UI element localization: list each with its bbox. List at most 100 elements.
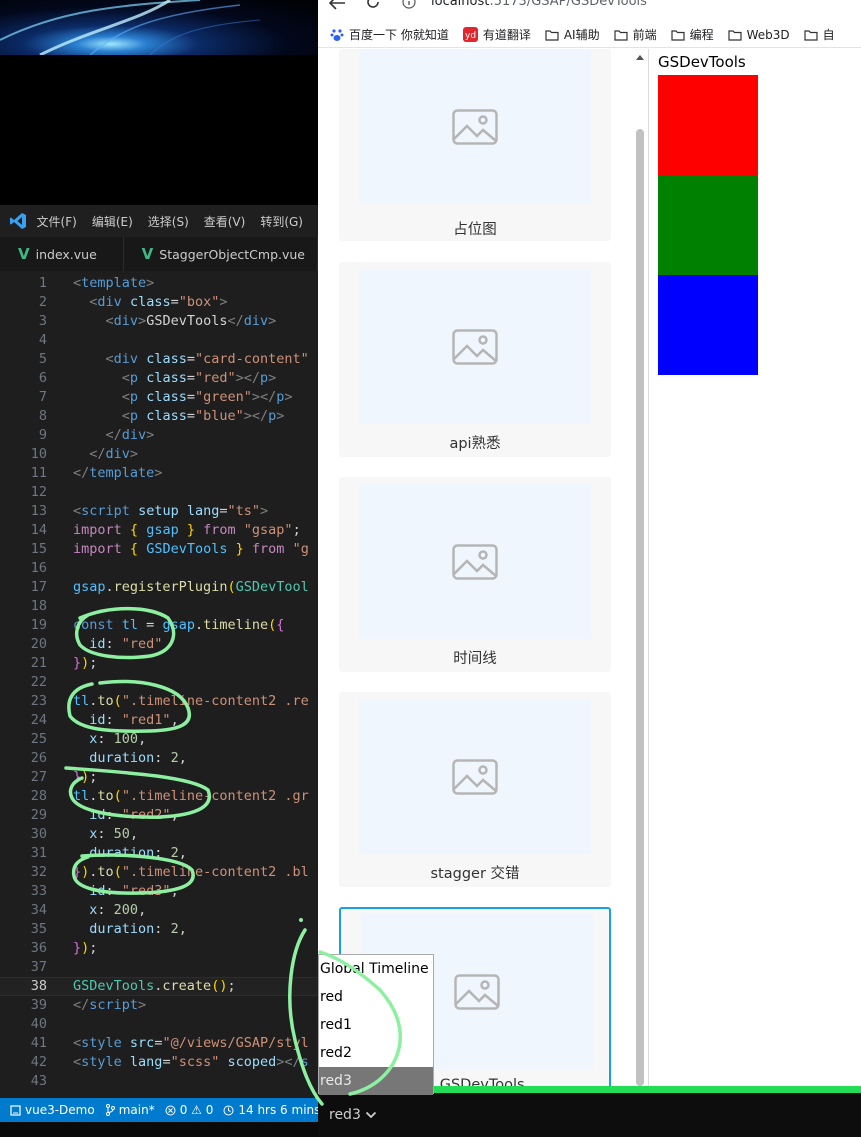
menu-file[interactable]: 文件(F) xyxy=(37,213,77,230)
image-placeholder-icon xyxy=(452,328,498,365)
error-icon xyxy=(165,1105,176,1115)
demo-title: GSDevTools xyxy=(658,53,746,71)
code-line: 16 xyxy=(30,560,47,576)
reload-icon[interactable] xyxy=(365,0,381,10)
screenshot-root: 文件(F) 编辑(E) 选择(S) 查看(V) 转到(G) V index.vu… xyxy=(0,0,861,1137)
code-line: 9 </div> xyxy=(38,427,155,443)
demo-card-list[interactable]: 占位图 api熟悉 时间线 stagger 交错 ) GSDevTools xyxy=(318,49,628,1086)
menu-view[interactable]: 查看(V) xyxy=(204,213,246,230)
bookmark-label: Web3D xyxy=(746,27,790,42)
image-placeholder-icon xyxy=(454,973,500,1010)
demo-card[interactable]: 占位图 xyxy=(339,49,611,241)
menu-go[interactable]: 转到(G) xyxy=(260,213,303,230)
code-line: 36}); xyxy=(30,940,98,956)
image-placeholder-icon xyxy=(452,758,498,795)
code-line: 4 xyxy=(38,332,47,348)
git-branch-icon xyxy=(105,1104,115,1116)
bookmark-folder-frontend[interactable]: 前端 xyxy=(613,26,657,43)
code-line: 30 x: 50, xyxy=(30,826,139,842)
bookmark-folder-ai[interactable]: AI辅助 xyxy=(545,26,600,43)
tab-stagger-object-cmp[interactable]: V StaggerObjectCmp.vue xyxy=(124,237,318,271)
code-line: 29 id: "red2", xyxy=(30,807,179,823)
gsdevtools-panel: red3 xyxy=(318,1093,861,1137)
code-line: 15 import { GSDevTools } from "g xyxy=(30,541,309,557)
bookmark-folder-web3d[interactable]: Web3D xyxy=(728,28,790,42)
demo-card[interactable]: api熟悉 xyxy=(339,262,611,457)
site-info-icon[interactable] xyxy=(402,0,416,9)
code-editor[interactable]: 1 <template> 2 <div class="box"> 3 <div>G… xyxy=(0,271,318,1098)
demo-card[interactable]: 时间线 xyxy=(339,477,611,672)
code-line: 22 xyxy=(30,674,47,690)
youdao-icon: yd xyxy=(462,27,478,42)
url-text[interactable]: localhost:5173/GSAP/GSDevTools xyxy=(431,0,647,9)
bookmark-label: 百度一下 你就知道 xyxy=(349,28,449,42)
code-line: 19 const tl = gsap.timeline({ xyxy=(30,617,285,633)
menu-edit[interactable]: 编辑(E) xyxy=(92,213,133,230)
tab-index-vue[interactable]: V index.vue xyxy=(0,237,124,271)
status-time[interactable]: 14 hrs 6 mins xyxy=(223,1103,318,1117)
status-problems-label: 0 ⚠ 0 xyxy=(179,1103,214,1117)
code-line: 14 import { gsap } from "gsap"; xyxy=(30,522,301,538)
code-line: 28 tl.to(".timeline-content2 .gr xyxy=(30,788,309,804)
bookmark-label: 有道翻译 xyxy=(482,28,531,42)
code-line: 5 <div class="card-content" xyxy=(38,351,309,367)
code-line: 37 xyxy=(30,959,47,975)
clock-icon xyxy=(223,1105,234,1115)
panel-divider xyxy=(648,49,649,1086)
scrollbar-thumb[interactable] xyxy=(636,129,644,1086)
dropdown-option[interactable]: red2 xyxy=(319,1039,433,1067)
code-line: 11 </template> xyxy=(30,465,163,481)
chevron-down-icon xyxy=(365,1111,376,1119)
tab-label: index.vue xyxy=(35,246,97,262)
red-box xyxy=(658,75,758,175)
card-label: 占位图 xyxy=(453,222,497,238)
animation-select[interactable]: red3 xyxy=(329,1107,377,1123)
address-bar: localhost:5173/GSAP/GSDevTools xyxy=(318,0,861,20)
vscode-logo-icon xyxy=(0,205,37,237)
menu-selection[interactable]: 选择(S) xyxy=(148,213,189,230)
code-line: 10 </div> xyxy=(30,446,139,462)
dropdown-option-selected[interactable]: red3 xyxy=(319,1067,433,1095)
status-problems[interactable]: 0 ⚠ 0 xyxy=(165,1103,214,1117)
bookmark-label: AI辅助 xyxy=(563,28,600,42)
dropdown-option[interactable]: Global Timeline xyxy=(319,955,433,983)
bookmark-youdao[interactable]: yd 有道翻译 xyxy=(462,26,531,43)
back-arrow-icon[interactable] xyxy=(328,0,346,10)
card-label: stagger 交错 xyxy=(430,866,520,882)
code-line: 13 <script setup lang="ts"> xyxy=(30,503,269,519)
code-line: 43 xyxy=(30,1073,47,1089)
code-line: 34 x: 200, xyxy=(30,902,147,918)
image-placeholder xyxy=(359,484,591,639)
code-line: 3 <div>GSDevTools</div> xyxy=(38,313,277,329)
demo-card[interactable]: stagger 交错 xyxy=(339,692,611,887)
demo-area: GSDevTools xyxy=(658,49,858,375)
code-line-current: 38 GSDevTools.create(); xyxy=(0,977,318,996)
bookmark-folder-programming[interactable]: 编程 xyxy=(671,26,714,43)
vscode-status-bar: vue3-Demo main* 0 ⚠ 0 14 hrs 6 mins xyxy=(0,1098,318,1122)
code-line: 21}); xyxy=(30,655,98,671)
code-line: 12 xyxy=(30,484,47,500)
folder-icon xyxy=(671,29,685,41)
taskbar-strip xyxy=(0,1122,318,1137)
code-line: 24 id: "red1", xyxy=(30,712,179,728)
code-line: 2 <div class="box"> xyxy=(38,294,228,310)
folder-icon xyxy=(613,29,628,41)
bookmarks-bar: 百度一下 你就知道 yd 有道翻译 AI辅助 前端 编程 Web3D 自 xyxy=(318,22,861,48)
dropdown-option[interactable]: red1 xyxy=(319,1011,433,1039)
scroll-up-arrow-icon[interactable] xyxy=(636,55,644,60)
status-project[interactable]: vue3-Demo xyxy=(10,1103,95,1117)
folder-icon xyxy=(804,29,818,41)
code-line: 20 id: "red" xyxy=(30,636,163,652)
bookmark-folder-more[interactable]: 自 xyxy=(804,26,835,43)
card-label: 时间线 xyxy=(453,651,497,667)
code-line: 26 duration: 2, xyxy=(30,750,187,766)
bookmark-baidu[interactable]: 百度一下 你就知道 xyxy=(330,26,449,43)
code-line: 33 id: "red3", xyxy=(30,883,179,899)
dropdown-option[interactable]: red xyxy=(319,983,433,1011)
status-branch[interactable]: main* xyxy=(105,1103,155,1117)
animation-select-value: red3 xyxy=(329,1107,361,1123)
vscode-menubar: 文件(F) 编辑(E) 选择(S) 查看(V) 转到(G) xyxy=(0,205,318,237)
url-path: :5173/GSAP/GSDevTools xyxy=(489,0,647,9)
desktop-wallpaper xyxy=(0,0,318,55)
code-line: 41 <style src="@/views/GSAP/styl xyxy=(30,1035,309,1051)
